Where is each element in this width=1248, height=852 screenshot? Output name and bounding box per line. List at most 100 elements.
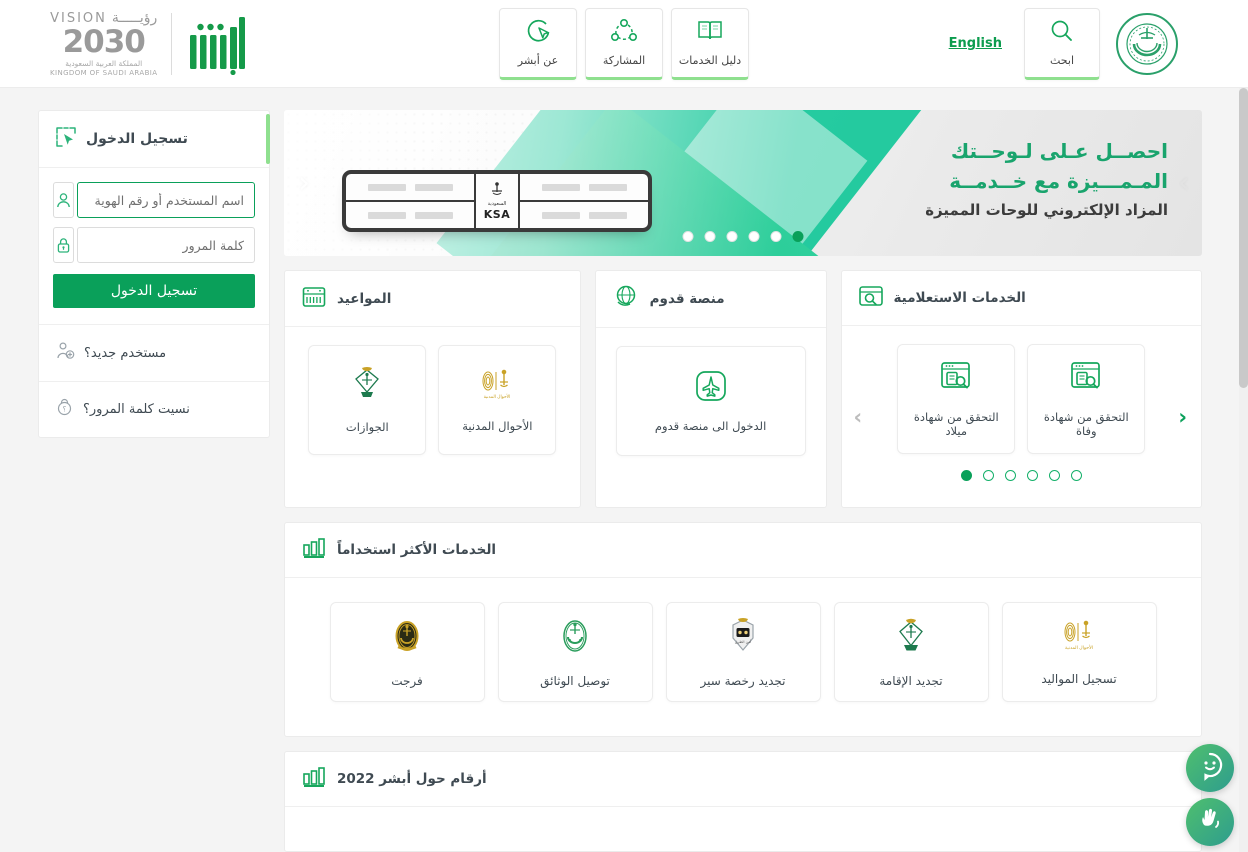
card-title-most-used: الخدمات الأكثر استخداماً xyxy=(337,542,497,558)
inquiry-dot[interactable] xyxy=(960,470,972,481)
plate-cell xyxy=(520,174,648,200)
card-qudoom-platform: منصة قدوم الدخول الى منصة قدوم xyxy=(594,270,827,508)
hero-next-arrow[interactable]: › xyxy=(1178,166,1190,201)
airplane-icon xyxy=(694,369,728,407)
traffic-emblem-icon: أمن الطرق xyxy=(723,616,763,660)
user-plus-icon xyxy=(55,341,75,365)
plate-bar xyxy=(414,211,453,219)
forgot-password-link[interactable]: ؟ نسيت كلمة المرور؟ xyxy=(39,381,269,437)
nav-label-about-absher: عن أبشر xyxy=(517,54,559,67)
floating-action-buttons xyxy=(1186,744,1234,846)
tile-farajat[interactable]: فرجت xyxy=(329,602,485,702)
inquiry-dot[interactable] xyxy=(1048,470,1060,481)
header-left-group: VISION رؤيـــــة 2030 المملكة العربية ال… xyxy=(0,10,248,77)
qudoom-tiles: الدخول الى منصة قدوم xyxy=(612,346,810,456)
card-title-stats: أرقام حول أبشر 2022 xyxy=(337,771,487,787)
plate-right-half xyxy=(346,174,474,228)
svg-text:الأحوال المدنية: الأحوال المدنية xyxy=(484,393,511,400)
inquiry-next-arrow[interactable]: › xyxy=(854,405,863,429)
interior-emblem-icon xyxy=(555,616,595,660)
tile-verify-death-certificate[interactable]: التحقق من شهادة وفاة xyxy=(1027,344,1146,454)
card-body-qudoom: الدخول الى منصة قدوم xyxy=(596,328,826,482)
nav-item-services-guide[interactable]: دليل الخدمات xyxy=(671,7,749,80)
search-icon xyxy=(1049,18,1075,48)
username-field-group xyxy=(53,182,255,218)
most-used-tiles: الأحوال المدنية تسجيل المواليد تجديد الإ… xyxy=(301,596,1185,702)
appointments-tiles: الأحوال المدنية الأحوال المدنية الجوازات xyxy=(301,345,564,455)
hero-pagination-dots[interactable] xyxy=(682,231,804,242)
hero-dot[interactable] xyxy=(704,231,716,242)
tile-verify-birth-certificate[interactable]: التحقق من شهادة ميلاد xyxy=(897,344,1016,454)
tile-label: تجديد رخصة سير xyxy=(700,674,786,688)
tile-label: التحقق من شهادة وفاة xyxy=(1043,410,1129,438)
license-plate-graphic: السعودية KSA xyxy=(342,170,652,232)
hero-dot[interactable] xyxy=(682,231,694,242)
tile-label: الدخول الى منصة قدوم xyxy=(654,419,767,433)
search-button[interactable]: ابحث xyxy=(1024,7,1100,80)
new-user-link[interactable]: مستخدم جديد؟ xyxy=(39,324,269,381)
inquiry-pagination-dots[interactable] xyxy=(858,470,1186,481)
hero-dot[interactable] xyxy=(770,231,782,242)
inquiry-prev-arrow[interactable]: ‹ xyxy=(1178,405,1187,429)
card-header-qudoom: منصة قدوم xyxy=(595,271,826,328)
plate-bar xyxy=(414,183,453,191)
inquiry-dot[interactable] xyxy=(1004,470,1016,481)
password-field-group xyxy=(53,227,255,263)
login-form: تسجيل الدخول xyxy=(39,168,269,324)
tile-passports[interactable]: الجوازات xyxy=(308,345,427,455)
hero-dot[interactable] xyxy=(726,231,738,242)
plate-country-ar: السعودية xyxy=(487,200,507,207)
hero-dot[interactable] xyxy=(792,231,804,242)
hero-dot[interactable] xyxy=(748,231,760,242)
site-header: ابحث English دليل الخدمات المشاركة عن أب… xyxy=(0,0,1248,88)
plate-country-en: KSA xyxy=(483,207,511,221)
vision-kingdom-ar: المملكة العربية السعودية xyxy=(65,59,143,68)
tile-enter-qudoom-platform[interactable]: الدخول الى منصة قدوم xyxy=(615,346,806,456)
tile-label: توصيل الوثائق xyxy=(540,674,610,688)
plate-cell xyxy=(346,174,474,200)
tile-label: التحقق من شهادة ميلاد xyxy=(913,410,999,438)
inquiry-dot[interactable] xyxy=(982,470,994,481)
card-absher-statistics: أرقام حول أبشر 2022 xyxy=(284,751,1202,852)
forgot-password-label: نسيت كلمة المرور؟ xyxy=(83,402,190,417)
vision-2030-logo: VISION رؤيـــــة 2030 المملكة العربية ال… xyxy=(50,10,157,77)
password-input[interactable] xyxy=(77,227,255,263)
login-submit-button[interactable]: تسجيل الدخول xyxy=(53,274,255,308)
nav-label-participation: المشاركة xyxy=(602,54,646,67)
chat-assistant-button[interactable] xyxy=(1186,744,1234,792)
card-title-qudoom: منصة قدوم xyxy=(649,291,725,307)
card-body-appointments: الأحوال المدنية الأحوال المدنية الجوازات xyxy=(285,327,580,481)
language-toggle-link[interactable]: English xyxy=(949,36,1002,51)
card-title-inquiry: الخدمات الاستعلامية xyxy=(893,290,1026,306)
card-title-appointments: المواعيد xyxy=(336,290,392,307)
page-scrollbar-thumb[interactable] xyxy=(1239,88,1248,388)
tile-renew-vehicle-license[interactable]: أمن الطرق تجديد رخصة سير xyxy=(665,602,821,702)
main-content: السعودية KSA احصــل عـلى لـوحــتك المـمـ… xyxy=(0,88,1248,852)
new-user-label: مستخدم جديد؟ xyxy=(84,345,167,361)
vision-year: 2030 xyxy=(62,24,146,60)
nav-item-participation[interactable]: المشاركة xyxy=(585,7,663,80)
header-right-group: ابحث English xyxy=(949,7,1248,80)
lock-question-icon: ؟ xyxy=(55,398,74,421)
plate-bar xyxy=(541,183,580,191)
hero-prev-arrow[interactable]: ‹ xyxy=(298,166,310,201)
tile-document-delivery[interactable]: توصيل الوثائق xyxy=(497,602,653,702)
sign-language-button[interactable] xyxy=(1186,798,1234,846)
inquiry-dot[interactable] xyxy=(1070,470,1082,481)
plate-cell xyxy=(346,200,474,228)
hero-carousel[interactable]: السعودية KSA احصــل عـلى لـوحــتك المـمـ… xyxy=(284,110,1202,256)
username-input[interactable] xyxy=(77,182,255,218)
card-most-used-services: الخدمات الأكثر استخداماً الأحوال المدنية… xyxy=(284,522,1202,737)
page-scrollbar-track[interactable] xyxy=(1239,88,1248,852)
cursor-select-icon xyxy=(55,126,77,152)
tile-birth-registration[interactable]: الأحوال المدنية تسجيل المواليد xyxy=(1001,602,1157,702)
card-body-inquiry: ‹ › التحقق من شهادة وفاة التحقق من شهادة… xyxy=(842,326,1202,507)
tile-renew-residency[interactable]: تجديد الإقامة xyxy=(833,602,989,702)
plate-cell xyxy=(520,200,648,228)
tile-label: فرجت xyxy=(391,674,423,688)
inquiry-dot[interactable] xyxy=(1026,470,1038,481)
card-header-most-used: الخدمات الأكثر استخداماً xyxy=(285,523,1201,578)
saudi-government-emblem-icon xyxy=(1116,12,1178,75)
nav-item-about-absher[interactable]: عن أبشر xyxy=(499,7,577,80)
tile-civil-affairs[interactable]: الأحوال المدنية الأحوال المدنية xyxy=(438,345,557,455)
